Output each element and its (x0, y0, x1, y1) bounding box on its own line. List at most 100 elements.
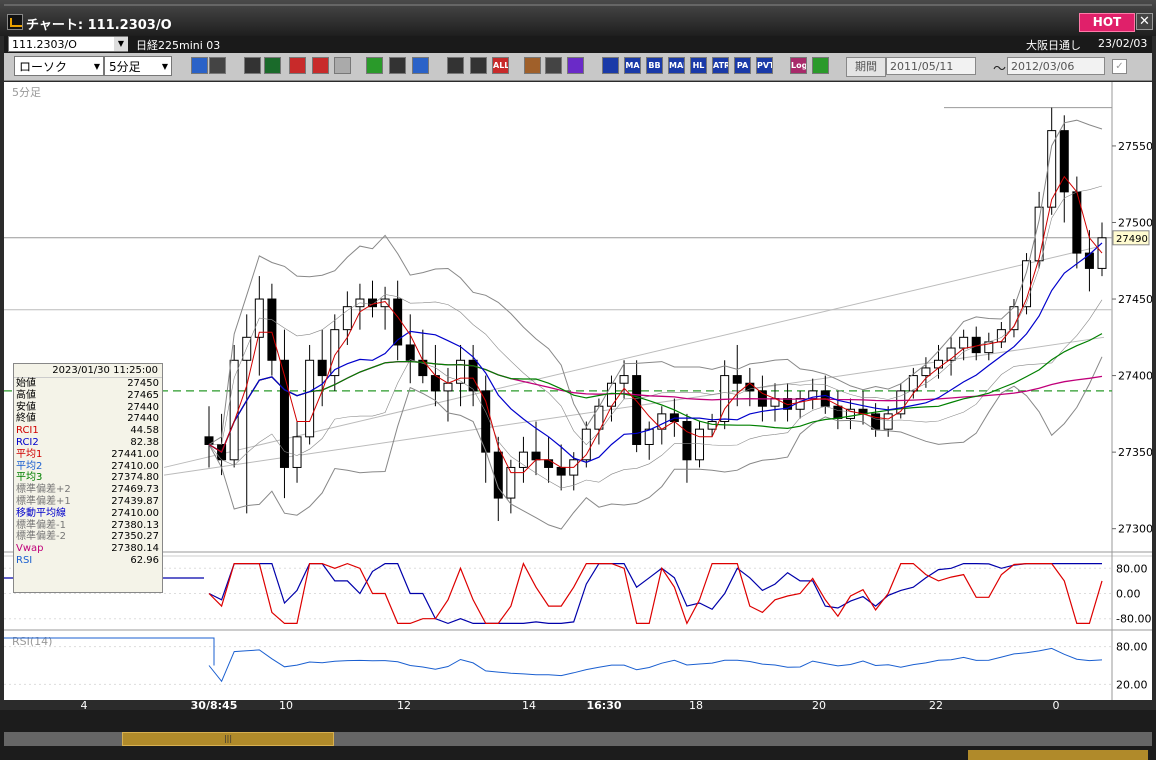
x-tick-label: 18 (689, 699, 703, 710)
price-tick-label: 27350 (1118, 446, 1152, 459)
settings-icon[interactable] (524, 57, 541, 74)
x-tick-label: 14 (522, 699, 536, 710)
legend-row: 移動平均線 27410.00 (14, 508, 162, 520)
candle-body (644, 428, 654, 445)
window-titlebar: チャート: 111.2303/O HOT ✕ (0, 0, 1156, 36)
legend-row: RSI 62.96 (14, 555, 162, 567)
candle-body (883, 413, 893, 430)
legend-label: 標準偏差-1 (16, 519, 66, 531)
legend-value: 27469.73 (111, 484, 159, 496)
time-scrollbar[interactable]: ||| (4, 732, 1152, 746)
legend-value: 27380.13 (111, 519, 159, 531)
range-checkbox[interactable]: ✓ (1112, 59, 1127, 74)
candle2-icon[interactable] (470, 57, 487, 74)
legend-label: 平均1 (16, 448, 43, 460)
compare-icon[interactable] (312, 57, 329, 74)
symbol-bar: 111.2303/O ▼ 日経225mini 03 大阪日通し 23/02/03 (4, 36, 1152, 53)
interval-value: 5分足 (109, 60, 141, 74)
legend-value: 27439.87 (111, 495, 159, 507)
crosshair-icon[interactable] (209, 57, 226, 74)
bb-icon[interactable]: BB (646, 57, 663, 74)
chart-type-select[interactable]: ローソク ▼ (14, 56, 104, 76)
mae-icon[interactable]: MAE (668, 57, 685, 74)
candle-body (430, 375, 440, 392)
chart-toolbar: ローソク ▼ 5分足 ▼ ALL MA BB MAE HL ATR PA PVT Log 期間 20… (4, 53, 1152, 81)
close-icon[interactable]: ✕ (1136, 13, 1153, 30)
undo-icon[interactable] (412, 57, 429, 74)
legend-row: 平均2 27410.00 (14, 461, 162, 473)
candle-body (996, 329, 1006, 343)
zoom-out-icon[interactable] (264, 57, 281, 74)
legend-value: 27440 (127, 413, 159, 425)
export-icon[interactable] (812, 57, 829, 74)
period-button[interactable]: 期間 (846, 57, 886, 77)
candle-body (1047, 130, 1057, 208)
candle-body (833, 405, 843, 419)
x-axis-strip (4, 700, 1152, 710)
candle-body (468, 359, 478, 392)
chart-area[interactable]: RSI(14) 5分足 27550 27500 27450 27400 27350 2730… (4, 82, 1153, 712)
rci-tick-label: 0.00 (1116, 588, 1141, 601)
symbol-input[interactable]: 111.2303/O (8, 36, 128, 52)
candle-body (443, 382, 453, 392)
para-icon[interactable]: PA (734, 57, 751, 74)
legend-datetime: 2023/01/30 11:25:00 (14, 364, 162, 378)
zoom-icon[interactable] (191, 57, 208, 74)
legend-label: 標準偏差+2 (16, 484, 71, 496)
legend-label: 標準偏差+1 (16, 495, 71, 507)
color-icon[interactable] (567, 57, 584, 74)
candle-body (695, 428, 705, 461)
rsi-tick-label: 20.00 (1116, 678, 1148, 691)
pvt-icon[interactable]: PVT (756, 57, 773, 74)
legend-label: 終値 (16, 413, 36, 425)
candle-chart-icon[interactable] (602, 57, 619, 74)
date-to-input[interactable]: 2012/03/06 (1007, 57, 1105, 75)
candle-body (405, 344, 415, 361)
candle-icon[interactable] (447, 57, 464, 74)
legend-label: 安値 (16, 401, 36, 413)
log-icon[interactable]: Log (790, 57, 807, 74)
rsi-caption: RSI(14) (12, 635, 52, 648)
chevron-down-icon[interactable]: ▼ (114, 37, 128, 51)
rci-tick-label: 80.00 (1116, 562, 1148, 575)
bottom-bar: ||| (0, 710, 1156, 760)
hot-button[interactable]: HOT (1079, 13, 1135, 32)
interval-select[interactable]: 5分足 ▼ (104, 56, 172, 76)
scroll-thumb[interactable]: ||| (122, 732, 334, 746)
price-tick-label: 27300 (1118, 523, 1152, 536)
x-tick-label: 30/8:45 (191, 699, 238, 710)
x-tick-label: 20 (812, 699, 826, 710)
atr-icon[interactable]: ATR (712, 57, 729, 74)
legend-row: 標準偏差+1 27439.87 (14, 496, 162, 508)
legend-row: 平均1 27441.00 (14, 449, 162, 461)
legend-value: 27440 (127, 401, 159, 413)
chart-svg[interactable]: RSI(14) 5分足 27550 27500 27450 27400 27350 2730… (4, 82, 1153, 712)
all-icon[interactable]: ALL (492, 57, 509, 74)
x-tick-label: 16:30 (586, 699, 621, 710)
legend-label: 始値 (16, 378, 36, 389)
bar-chart-icon[interactable] (289, 57, 306, 74)
candle-body (921, 367, 931, 377)
legend-row: 高値 27465 (14, 390, 162, 402)
titlebar-divider (4, 4, 1152, 6)
x-tick-label: 4 (81, 699, 88, 710)
pen-icon[interactable] (366, 57, 383, 74)
symbol-name: 日経225mini 03 (136, 39, 221, 52)
wrench-icon[interactable] (545, 57, 562, 74)
secondary-scroll-thumb[interactable] (968, 750, 1148, 760)
hl-icon[interactable]: HL (690, 57, 707, 74)
legend-label: 平均2 (16, 460, 43, 472)
x-tick-label: 10 (279, 699, 293, 710)
date-from-input[interactable]: 2011/05/11 (886, 57, 976, 75)
chevron-down-icon: ▼ (93, 62, 100, 71)
disabled-icon[interactable] (334, 57, 351, 74)
legend-row: 終値 27440 (14, 413, 162, 425)
price-tick-label: 27550 (1118, 140, 1152, 153)
legend-label: 高値 (16, 389, 36, 401)
x-tick-label: 0 (1053, 699, 1060, 710)
scroll-icon[interactable] (244, 57, 261, 74)
cursor-icon[interactable] (389, 57, 406, 74)
legend-value: 27374.80 (111, 472, 159, 484)
ma-icon[interactable]: MA (624, 57, 641, 74)
legend-label: 平均3 (16, 472, 43, 484)
